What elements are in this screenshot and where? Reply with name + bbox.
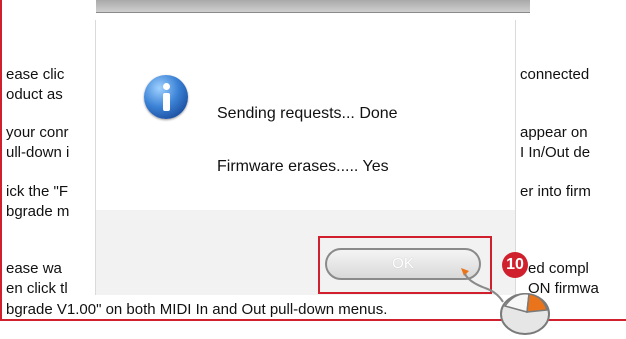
status-line-firmware: Firmware erases..... Yes bbox=[217, 158, 389, 175]
bg-text-right-4: I In/Out de bbox=[520, 144, 591, 161]
info-icon bbox=[144, 75, 188, 119]
window-title-bar bbox=[96, 0, 530, 13]
bg-text-right-5: er into firm bbox=[520, 183, 591, 200]
bg-text-left-6: bgrade m bbox=[6, 203, 70, 220]
bg-text-left-7: ease wa bbox=[6, 260, 62, 277]
bg-text-left-2: oduct as bbox=[6, 86, 63, 103]
bg-text-left-4: ull-down i bbox=[6, 144, 70, 161]
bg-text-left-5: ick the "F bbox=[6, 183, 69, 200]
bg-text-left-9: bgrade V1.00" on both MIDI In and Out pu… bbox=[6, 301, 388, 318]
bg-text-left-3: your conr bbox=[6, 124, 69, 141]
bg-text-right-1: connected bbox=[520, 66, 590, 83]
dialog-content-area: Sending requests... Done Firmware erases… bbox=[96, 20, 515, 210]
bg-text-left-1: ease clic bbox=[6, 66, 65, 83]
bg-text-left-8: en click tl bbox=[6, 280, 68, 297]
bg-text-right-3: appear on bbox=[520, 124, 588, 141]
mouse-click-icon bbox=[461, 268, 550, 335]
status-line-requests: Sending requests... Done bbox=[217, 105, 398, 122]
